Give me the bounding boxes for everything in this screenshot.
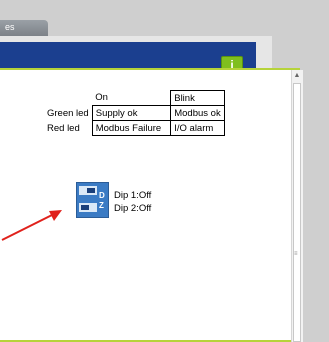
- cell-on: Supply ok: [91, 105, 172, 121]
- row-label: Red led: [47, 122, 80, 134]
- led-table: On Blink Green led Supply ok Modbus ok R…: [44, 90, 225, 136]
- table-row: Red led Modbus Failure I/O alarm: [44, 120, 225, 136]
- dip-switch-icon[interactable]: D Z: [76, 182, 109, 218]
- cell-blink: Modbus ok: [170, 105, 225, 121]
- header-cell-on: On: [95, 92, 108, 104]
- dip2-status: Dip 2:Off: [114, 203, 152, 214]
- header-bar: [0, 42, 256, 68]
- tab-label: es: [5, 22, 15, 32]
- table-header-row: On Blink: [44, 90, 225, 106]
- cell-blink: I/O alarm: [170, 120, 225, 136]
- grip-icon: ≡: [294, 251, 298, 257]
- row-label: Green led: [47, 107, 89, 119]
- scroll-thumb[interactable]: [293, 83, 301, 342]
- cell-on: Modbus Failure: [91, 120, 172, 136]
- header-cell-blink: Blink: [170, 90, 225, 106]
- header-cell-empty: [44, 91, 92, 106]
- svg-text:Z: Z: [99, 201, 104, 210]
- dip1-status: Dip 1:Off: [114, 190, 152, 201]
- outer-frame: [303, 0, 329, 342]
- table-row: Green led Supply ok Modbus ok: [44, 105, 225, 121]
- red-arrow-icon: [1, 210, 62, 241]
- header-gap: [256, 42, 272, 68]
- tab-partial[interactable]: es: [0, 20, 48, 36]
- svg-text:D: D: [99, 191, 105, 200]
- scroll-up-icon[interactable]: ▲: [291, 70, 303, 82]
